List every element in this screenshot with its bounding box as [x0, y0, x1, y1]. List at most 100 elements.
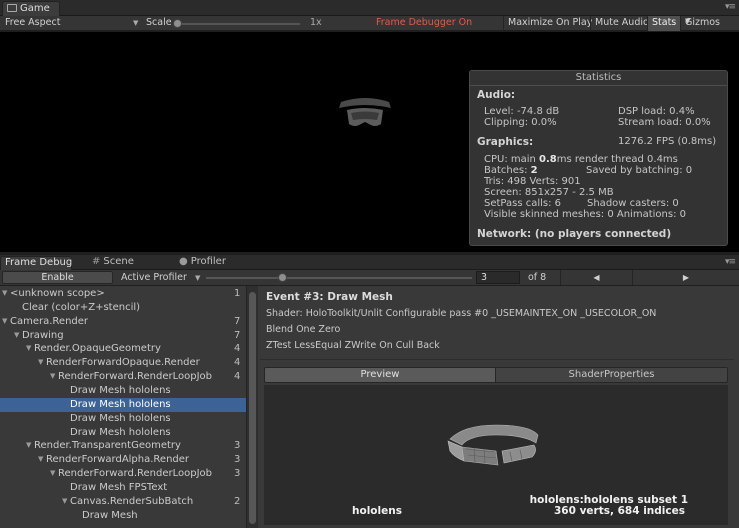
audio-clipping: Clipping: 0.0% [484, 117, 557, 128]
tree-row[interactable]: ▼ RenderForwardAlpha.Render 3 [0, 453, 246, 467]
tree-row[interactable]: ▼ Canvas.RenderSubBatch 2 [0, 495, 246, 509]
tree-row[interactable]: Draw Mesh hololens [0, 397, 246, 412]
tree-row-count: 3 [234, 454, 241, 466]
window-menu-icon[interactable]: ▾≡ [725, 257, 736, 267]
dropdown-arrow-icon[interactable]: ▼ [195, 274, 200, 282]
event-details-panel: Event #3: Draw Mesh Shader: HoloToolkit/… [258, 286, 739, 528]
tree-row-label: <unknown scope> [10, 288, 105, 299]
batches-value: 2 [530, 165, 538, 176]
scale-label: Scale [146, 17, 172, 28]
dropdown-arrow-icon: ▼ [685, 17, 691, 25]
statistics-overlay: Statistics Audio: Level: -74.8 dB DSP lo… [469, 70, 728, 246]
tree-row[interactable]: ▼ Camera.Render 7 [0, 315, 246, 329]
enable-button[interactable]: Enable [2, 271, 113, 284]
fold-arrow-icon[interactable]: ▼ [38, 453, 43, 466]
tree-scrollbar[interactable] [246, 286, 258, 528]
maximize-on-play-button[interactable]: Maximize On Play [503, 16, 596, 31]
statistics-title: Statistics [575, 72, 622, 83]
tree-row-label: Clear (color+Z+stencil) [22, 301, 141, 313]
tree-row-count: 4 [234, 343, 241, 355]
scene-grid-icon: # [92, 256, 101, 267]
tab-preview[interactable]: Preview [264, 367, 496, 383]
batches-prefix: Batches: [484, 165, 531, 176]
network-status: Network: (no players connected) [477, 228, 672, 240]
shadow-casters: Shadow casters: 0 [587, 198, 679, 209]
tab-game-label: Game [20, 3, 50, 14]
graphics-header: Graphics: [477, 136, 534, 148]
tree-row[interactable]: ▼ RenderForwardOpaque.Render 4 [0, 356, 246, 370]
tree-row[interactable]: Draw Mesh hololens [0, 412, 246, 426]
game-viewport[interactable]: Statistics Audio: Level: -74.8 dB DSP lo… [0, 32, 739, 252]
skinned-meshes: Visible skinned meshes: 0 Animations: 0 [484, 209, 686, 220]
tree-row[interactable]: ▼ Render.TransparentGeometry 3 [0, 439, 246, 453]
mesh-preview[interactable]: hololens hololens:hololens subset 1 360 … [264, 385, 728, 525]
gizmos-button[interactable]: Gizmos ▼ [680, 16, 720, 31]
fold-arrow-icon[interactable]: ▼ [14, 329, 19, 342]
batches: Batches: 2 [484, 165, 538, 176]
game-icon [7, 4, 17, 12]
tab-shader-properties[interactable]: ShaderProperties [496, 367, 728, 383]
screen-info: Screen: 851x257 - 2.5 MB [484, 187, 614, 198]
fold-arrow-icon[interactable]: ▼ [26, 439, 31, 452]
dropdown-arrow-icon[interactable]: ▼ [133, 19, 138, 27]
tree-scrollbar-thumb[interactable] [249, 292, 256, 524]
scale-slider-track[interactable] [176, 23, 300, 25]
event-slider-thumb[interactable] [278, 273, 288, 282]
hololens-render [339, 98, 391, 126]
mute-audio-button[interactable]: Mute Audio [590, 16, 653, 31]
tree-row[interactable]: ▼ Render.OpaqueGeometry 4 [0, 342, 246, 356]
fold-arrow-icon[interactable]: ▼ [26, 342, 31, 355]
tree-row[interactable]: Clear (color+Z+stencil) [0, 301, 246, 315]
stats-button[interactable]: Stats [647, 16, 681, 31]
audio-level: Level: -74.8 dB [484, 106, 560, 117]
active-profiler-dropdown[interactable]: Active Profiler [121, 272, 187, 283]
saved-by-batching: Saved by batching: 0 [586, 165, 693, 176]
fold-arrow-icon[interactable]: ▼ [2, 287, 7, 300]
cpu-main: 0.8 [539, 154, 557, 165]
window-menu-icon[interactable]: ▾≡ [725, 2, 736, 12]
fold-arrow-icon[interactable]: ▼ [50, 370, 55, 383]
fold-arrow-icon[interactable]: ▼ [38, 356, 43, 369]
tree-row[interactable]: ▼ Drawing 7 [0, 329, 246, 343]
tree-row[interactable]: ▼ RenderForward.RenderLoopJob 3 [0, 467, 246, 481]
tab-frame-debug[interactable]: Frame Debug [0, 256, 72, 270]
scale-slider-thumb[interactable] [173, 19, 182, 28]
tree-row-label: Render.TransparentGeometry [34, 440, 181, 452]
blend-mode: Blend One Zero [266, 324, 341, 335]
tree-row[interactable]: Draw Mesh [0, 509, 246, 523]
tab-profiler[interactable]: ● Profiler [175, 256, 230, 270]
next-event-button[interactable]: ▶ [632, 270, 739, 285]
tree-row[interactable]: ▼ <unknown scope> 1 [0, 287, 246, 301]
audio-header: Audio: [477, 89, 516, 101]
event-title: Event #3: Draw Mesh [266, 291, 393, 303]
fold-arrow-icon[interactable]: ▼ [50, 467, 55, 480]
tree-row-label: Draw Mesh FPSText [70, 481, 168, 493]
fold-arrow-icon[interactable]: ▼ [2, 315, 7, 328]
event-slider-track[interactable] [206, 277, 472, 279]
tree-row-count: 3 [234, 468, 241, 480]
tree-row-label: Render.OpaqueGeometry [34, 343, 161, 355]
stream-load: Stream load: 0.0% [618, 117, 711, 128]
divider [470, 85, 727, 86]
aspect-dropdown[interactable]: Free Aspect [5, 17, 60, 28]
tree-row-count: 4 [234, 371, 241, 383]
fold-arrow-icon[interactable]: ▼ [62, 495, 67, 508]
tree-row-label: Camera.Render [10, 315, 89, 327]
tab-game[interactable]: Game [2, 1, 60, 16]
event-number-field[interactable]: 3 [476, 271, 520, 284]
previous-event-button[interactable]: ◀ [560, 270, 632, 285]
tree-row[interactable]: Draw Mesh hololens [0, 384, 246, 398]
fps-readout: 1276.2 FPS (0.8ms) [618, 136, 717, 147]
previous-arrow-icon: ◀ [593, 273, 600, 282]
tab-scene[interactable]: # Scene [88, 256, 138, 270]
game-toolbar: Free Aspect ▼ Scale 1x Frame Debugger On… [0, 16, 739, 31]
tree-row[interactable]: Draw Mesh hololens [0, 426, 246, 440]
event-count: of 8 [528, 272, 547, 283]
tree-row-count: 7 [234, 329, 241, 341]
mesh-stats: 360 verts, 684 indices [554, 505, 685, 517]
tris-verts: Tris: 498 Verts: 901 [484, 176, 581, 187]
tree-row[interactable]: Draw Mesh FPSText [0, 481, 246, 495]
tree-row[interactable]: ▼ RenderForward.RenderLoopJob 4 [0, 370, 246, 384]
hololens-mesh-render [447, 424, 539, 466]
setpass-calls: SetPass calls: 6 [484, 198, 562, 209]
